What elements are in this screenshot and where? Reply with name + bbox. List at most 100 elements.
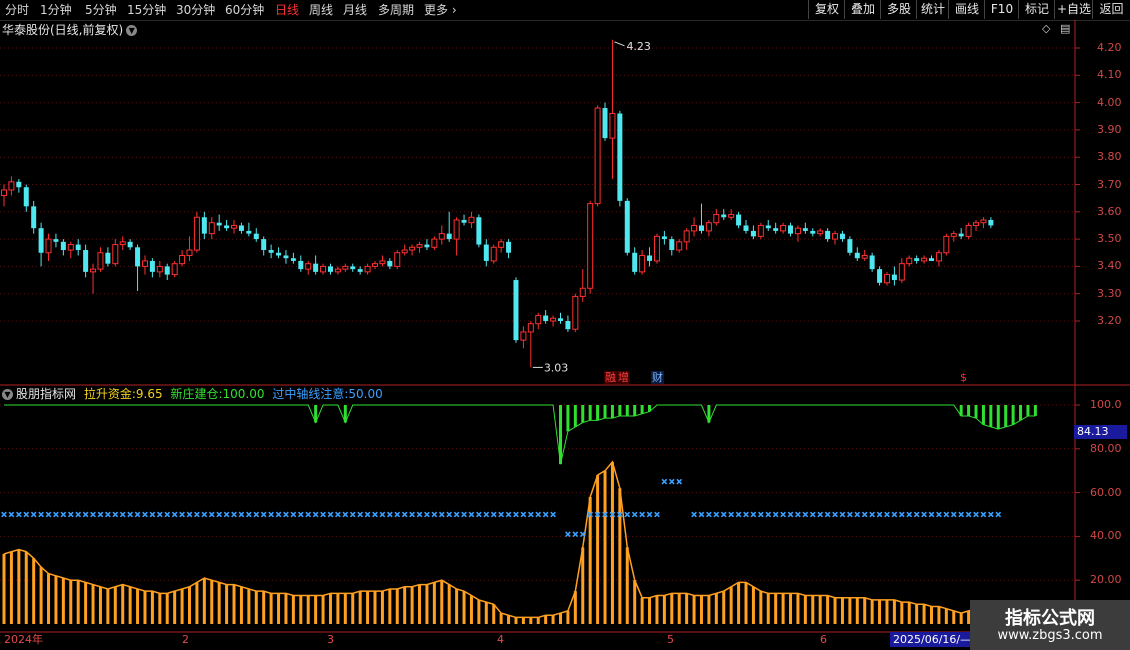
candle-body xyxy=(112,244,119,265)
candle-body xyxy=(810,230,816,234)
month-label: 2024年 xyxy=(4,633,43,646)
candle-body xyxy=(572,295,579,330)
candle-body xyxy=(431,238,438,248)
candle-body xyxy=(53,239,59,242)
candle-body xyxy=(587,203,594,289)
candle-body xyxy=(350,266,356,270)
candle-body xyxy=(594,107,601,205)
candle-body xyxy=(201,217,207,234)
rong-tag[interactable]: 融 xyxy=(604,371,617,384)
candle-body xyxy=(602,108,608,139)
candle-body xyxy=(721,214,727,218)
candle-body xyxy=(788,225,794,234)
indicator-label: 60.00 xyxy=(1090,485,1122,499)
xinzhuang-jiancang-series xyxy=(4,404,1037,465)
candle-body xyxy=(898,263,905,281)
candle-body xyxy=(988,219,994,226)
candle-body xyxy=(825,230,831,240)
candle-body xyxy=(156,265,163,273)
price-label: 3.20 xyxy=(1097,314,1122,327)
cursor-date-badge: 2025/06/16/— xyxy=(890,632,973,647)
candle-body xyxy=(794,227,801,235)
price-label: 3.70 xyxy=(1097,177,1122,191)
f2-value: 100.00 xyxy=(222,387,265,401)
candle-body xyxy=(653,235,660,262)
candle-body xyxy=(713,214,720,224)
candle-body xyxy=(869,255,875,270)
chart-canvas[interactable]: 4.23 3.03 xyxy=(0,0,1130,650)
candle-body xyxy=(1,189,7,196)
candle-body xyxy=(90,268,97,273)
candle-body xyxy=(736,214,742,226)
candle-body xyxy=(513,280,519,341)
candle-body xyxy=(320,265,327,273)
candle-body xyxy=(379,260,386,265)
candle-body xyxy=(60,241,66,251)
candlestick-series xyxy=(1,39,994,368)
candle-body xyxy=(224,225,230,229)
candle-body xyxy=(394,252,401,267)
candle-body xyxy=(973,222,980,226)
candle-body xyxy=(683,230,690,243)
lasheng-zijin-series xyxy=(2,460,1000,624)
candle-body xyxy=(424,244,430,248)
candle-body xyxy=(208,222,215,235)
chevron-down-icon[interactable]: ▼ xyxy=(2,389,13,400)
candle-body xyxy=(342,265,349,270)
high-annotation: 4.23 xyxy=(626,40,651,53)
candle-body xyxy=(135,247,141,267)
watermark-title: 指标公式网 xyxy=(1005,608,1095,629)
candle-body xyxy=(261,239,267,251)
candle-body xyxy=(38,228,44,253)
candle-body xyxy=(929,258,934,261)
price-label: 3.60 xyxy=(1097,204,1122,218)
candle-body xyxy=(119,241,126,246)
candle-body xyxy=(579,287,586,297)
candle-body xyxy=(958,233,964,237)
price-label: 4.00 xyxy=(1097,95,1122,109)
candle-body xyxy=(364,265,371,273)
indicator-grid xyxy=(0,404,1080,581)
month-label: 4 xyxy=(497,633,504,646)
candle-body xyxy=(253,233,259,240)
high-pointer xyxy=(614,41,625,47)
price-label: 3.40 xyxy=(1097,259,1122,273)
candle-body xyxy=(914,258,920,261)
month-label: 6 xyxy=(820,633,827,646)
low-annotation: 3.03 xyxy=(544,361,569,374)
candle-body xyxy=(632,252,638,272)
candle-body xyxy=(558,318,563,321)
price-label: 3.80 xyxy=(1097,150,1122,164)
candle-body xyxy=(149,260,155,272)
candle-body xyxy=(453,219,460,240)
candle-body xyxy=(950,233,957,237)
zeng-tag[interactable]: 增 xyxy=(617,371,630,384)
candle-body xyxy=(290,258,296,261)
candle-body xyxy=(520,331,527,341)
candle-body xyxy=(357,269,363,272)
candle-body xyxy=(817,230,824,235)
month-label: 3 xyxy=(327,633,334,646)
candle-body xyxy=(839,233,845,240)
main-grid xyxy=(0,47,1080,322)
candle-body xyxy=(171,263,178,276)
price-label: 4.20 xyxy=(1097,41,1122,54)
f1-label: 拉升资金: xyxy=(83,387,136,401)
candle-body xyxy=(141,260,148,267)
indicator-title[interactable]: ▼ 股朋指标网 拉升资金:9.65 新庄建仓:100.00 过中轴线注意:50.0… xyxy=(2,387,383,402)
candle-body xyxy=(765,225,771,229)
candle-body xyxy=(861,254,868,259)
candle-body xyxy=(617,113,623,201)
dollar-tag[interactable]: $ xyxy=(959,371,968,384)
candle-body xyxy=(483,244,489,261)
candle-body xyxy=(97,252,104,270)
candle-body xyxy=(669,239,675,251)
candle-body xyxy=(883,274,890,284)
candle-body xyxy=(164,266,170,275)
cai-tag[interactable]: 财 xyxy=(651,371,664,384)
candle-body xyxy=(283,255,289,259)
candle-body xyxy=(854,252,860,259)
candle-body xyxy=(16,181,22,188)
candle-body xyxy=(965,224,972,237)
candle-body xyxy=(506,241,512,253)
